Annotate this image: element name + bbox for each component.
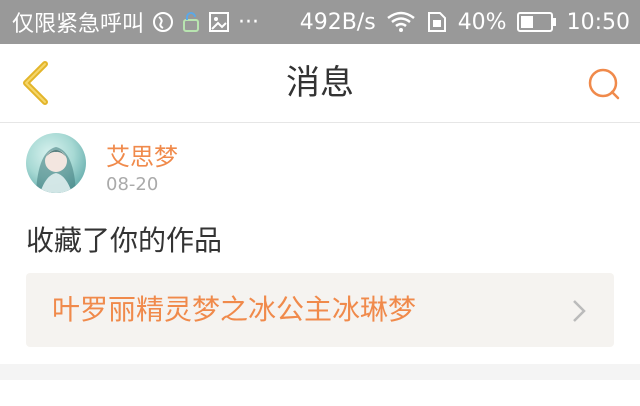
battery-percent: 40%: [457, 9, 507, 35]
back-button[interactable]: [16, 60, 56, 106]
avatar-image: [36, 147, 76, 193]
clock: 10:50: [566, 9, 630, 35]
globe-icon: [152, 11, 174, 33]
work-link[interactable]: 叶罗丽精灵梦之冰公主冰琳梦: [26, 273, 614, 347]
chevron-right-icon: [573, 300, 586, 322]
message-card: 艾思梦 08-20 收藏了你的作品 叶罗丽精灵梦之冰公主冰琳梦: [0, 123, 640, 364]
search-icon: [588, 68, 620, 100]
search-button[interactable]: [584, 64, 624, 104]
message-date: 08-20: [106, 174, 159, 195]
sim-icon: [426, 10, 448, 34]
user-name[interactable]: 艾思梦: [106, 137, 178, 172]
work-title: 叶罗丽精灵梦之冰公主冰琳梦: [52, 293, 417, 326]
more-notifications: ···: [238, 9, 259, 35]
image-icon: [208, 11, 230, 33]
next-message-card: [0, 380, 640, 406]
network-speed: 492B/s: [299, 9, 376, 35]
battery-icon: [516, 11, 557, 33]
nav-bar: 消息: [0, 44, 640, 123]
carrier-text: 仅限紧急呼叫: [12, 12, 145, 37]
lock-icon: [182, 11, 200, 33]
action-text: 收藏了你的作品: [26, 224, 223, 257]
page-title: 消息: [286, 63, 354, 103]
chevron-left-icon: [23, 61, 48, 105]
wifi-icon: [386, 10, 416, 34]
avatar[interactable]: [26, 133, 86, 193]
status-bar: 仅限紧急呼叫 ··· 492B/s 40% 10:50: [0, 0, 640, 44]
